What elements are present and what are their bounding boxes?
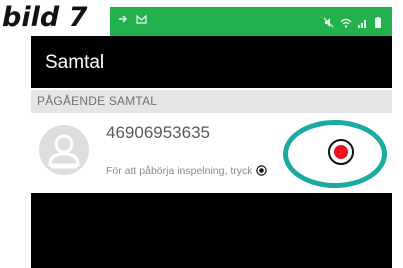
avatar-icon — [39, 125, 89, 175]
empty-area — [31, 193, 392, 268]
wifi-icon — [340, 15, 352, 33]
record-hint-text: För att påbörja inspelning, tryck — [106, 165, 253, 177]
annotation-highlight-circle — [283, 120, 387, 188]
mute-icon — [323, 15, 334, 33]
arrow-icon — [118, 14, 128, 27]
app-bar: Samtal — [31, 36, 392, 88]
section-header: PÅGÅENDE SAMTAL — [31, 90, 392, 113]
record-hint: För att påbörja inspelning, tryck — [106, 165, 267, 179]
section-label: PÅGÅENDE SAMTAL — [37, 94, 158, 108]
phone-number: 46906953635 — [106, 123, 211, 142]
gmail-icon — [136, 14, 147, 27]
signal-icon — [358, 15, 368, 33]
record-icon — [255, 165, 267, 179]
app-title: Samtal — [45, 52, 105, 73]
status-bar — [110, 7, 392, 36]
figure-caption: bild 7 — [2, 2, 88, 33]
battery-icon — [374, 15, 382, 33]
